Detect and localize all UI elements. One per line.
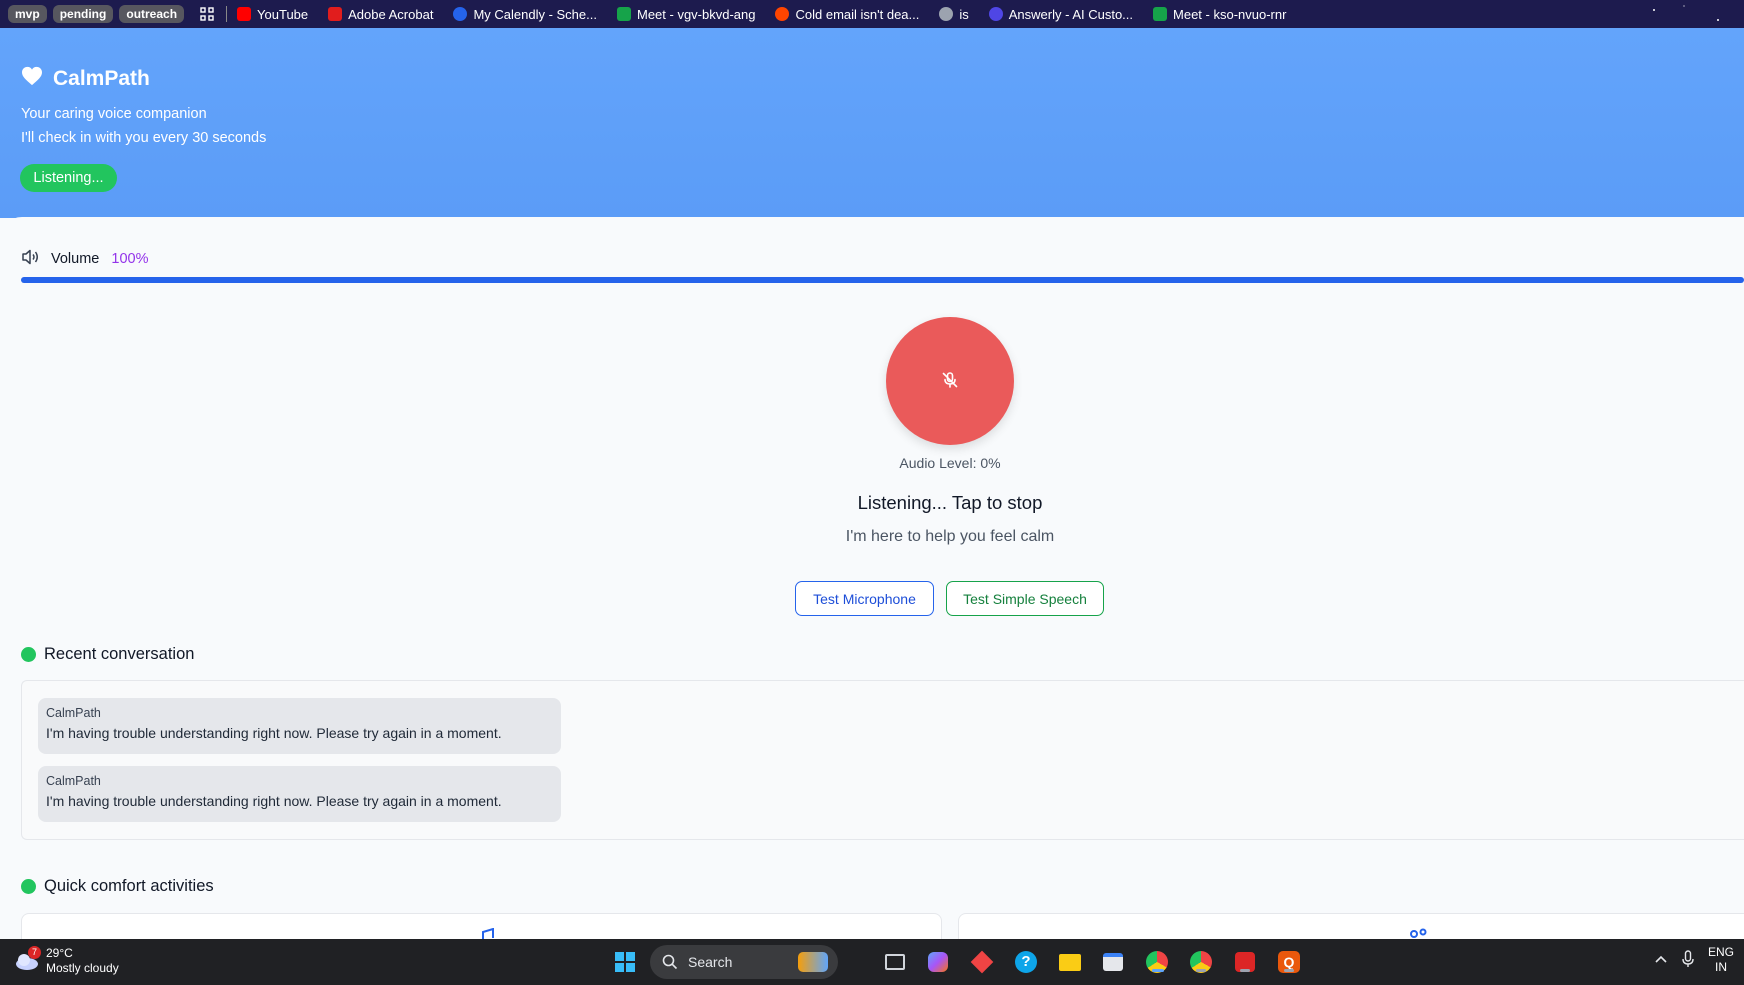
listening-status-value: Listening... Tap to stop <box>857 492 1043 513</box>
volume-slider[interactable] <box>21 277 1744 283</box>
bookmark-meet-2[interactable]: Meet - kso-nvuo-rnr <box>1153 7 1286 22</box>
volume-slider-fill <box>21 277 1744 283</box>
recent-conversation-title: Recent conversation <box>44 645 195 663</box>
audio-level-value: Audio Level: 0% <box>899 455 1001 471</box>
speaker-icon <box>21 249 41 269</box>
message-bubble: CalmPath I'm having trouble understandin… <box>38 698 561 754</box>
listening-status-badge: Listening... <box>20 164 117 192</box>
bookmark-label: Meet - vgv-bkvd-ang <box>636 6 756 22</box>
help-text: I'm here to help you feel calm <box>0 528 1744 546</box>
acrobat-icon <box>328 7 343 21</box>
copilot-icon[interactable] <box>925 949 951 975</box>
bookmark-adobe-acrobat[interactable]: Adobe Acrobat <box>328 7 433 22</box>
taskbar-search[interactable]: Search <box>650 945 838 979</box>
status-dot <box>21 879 36 894</box>
conversation-panel: CalmPath I'm having trouble understandin… <box>21 680 1744 840</box>
apps-grid-icon[interactable] <box>198 5 216 23</box>
app-diamond-icon[interactable] <box>969 949 995 975</box>
main-panel: Volume 100% Audio Level: 0% Listening...… <box>0 217 1744 953</box>
bookmark-label: is <box>959 6 969 22</box>
adobe-acrobat-icon[interactable] <box>1232 949 1258 975</box>
bookmark-folder-outreach[interactable]: outreach <box>119 5 185 23</box>
chevron-up-icon[interactable] <box>1654 953 1668 967</box>
audio-level-text: Audio Level: 0% <box>0 455 1744 471</box>
message-text: I'm having trouble understanding right n… <box>46 725 502 741</box>
q-app-icon[interactable]: Q <box>1276 949 1302 975</box>
bookmark-label: My Calendly - Sche... <box>473 6 597 22</box>
bookmark-separator <box>226 6 228 22</box>
app-title: CalmPath <box>53 66 150 90</box>
test-simple-speech-button[interactable]: Test Simple Speech <box>946 581 1104 616</box>
message-text: I'm having trouble understanding right n… <box>46 793 502 809</box>
checkin-text: I'll check in with you every 30 seconds <box>21 130 267 146</box>
answerly-icon <box>988 7 1003 21</box>
tagline: Your caring voice companion <box>21 106 207 122</box>
calendly-icon <box>453 7 468 21</box>
bookmark-label: YouTube <box>257 6 309 22</box>
windows-start-icon[interactable] <box>612 949 638 975</box>
region-code: IN <box>1714 960 1727 974</box>
weather-temperature: 29°C <box>46 946 73 960</box>
recent-conversation-header: Recent conversation <box>21 645 194 664</box>
meet-icon <box>1153 7 1168 21</box>
starfield-decoration <box>1653 5 1719 21</box>
globe-icon <box>939 7 954 21</box>
language-indicator[interactable]: ENG IN <box>1708 945 1734 975</box>
quick-activities-title: Quick comfort activities <box>44 877 214 895</box>
test-microphone-button[interactable]: Test Microphone <box>795 581 934 616</box>
bookmark-is[interactable]: is <box>939 6 969 22</box>
message-bubble: CalmPath I'm having trouble understandin… <box>38 766 561 822</box>
search-placeholder: Search <box>688 954 733 970</box>
system-tray: ENG IN <box>1654 945 1734 975</box>
heart-icon <box>21 66 43 91</box>
chrome-profile-icon[interactable] <box>1188 949 1214 975</box>
bookmark-answerly[interactable]: Answerly - AI Custo... <box>988 6 1134 22</box>
weather-alert-badge: 7 <box>28 946 41 959</box>
file-explorer-icon[interactable] <box>1057 949 1083 975</box>
message-sender: CalmPath <box>46 706 101 720</box>
weather-widget[interactable]: 7 29°C Mostly cloudy <box>14 946 119 976</box>
bookmark-youtube[interactable]: YouTube <box>237 7 308 22</box>
chrome-icon[interactable] <box>1144 949 1170 975</box>
youtube-icon <box>237 7 252 21</box>
brand: CalmPath <box>21 66 150 91</box>
microphone-tray-icon[interactable] <box>1682 949 1694 971</box>
microphone-off-icon <box>941 371 959 392</box>
bookmark-label: Cold email isn't dea... <box>795 6 920 22</box>
app-header: CalmPath Your caring voice companion I'l… <box>0 28 1744 218</box>
microphone-toggle-button[interactable] <box>886 317 1014 445</box>
bookmark-meet-1[interactable]: Meet - vgv-bkvd-ang <box>616 6 756 22</box>
app-root: mvp pending outreach YouTube Adobe Acrob… <box>0 0 1744 985</box>
bookmarks-bar: mvp pending outreach YouTube Adobe Acrob… <box>0 0 1744 28</box>
bookmark-label: Meet - kso-nvuo-rnr <box>1173 6 1287 22</box>
bookmark-calendly[interactable]: My Calendly - Sche... <box>453 7 597 22</box>
status-dot <box>21 647 36 662</box>
language-code: ENG <box>1707 945 1734 959</box>
help-text-value: I'm here to help you feel calm <box>845 528 1055 545</box>
volume-value: 100% <box>111 251 149 267</box>
task-view-icon[interactable] <box>882 949 908 975</box>
quick-activities-header: Quick comfort activities <box>21 877 214 896</box>
bookmark-folder-pending[interactable]: pending <box>52 5 114 23</box>
volume-label: Volume <box>51 251 100 267</box>
bookmark-label: Adobe Acrobat <box>348 6 434 22</box>
bookmark-label: Answerly - AI Custo... <box>1008 6 1134 22</box>
listening-status-text: Listening... Tap to stop <box>0 492 1744 514</box>
bookmark-reddit[interactable]: Cold email isn't dea... <box>775 7 919 22</box>
search-highlight-icon <box>798 952 828 972</box>
meet-icon <box>616 7 631 21</box>
search-icon <box>662 954 678 970</box>
message-sender: CalmPath <box>46 774 101 788</box>
bookmark-folder-mvp[interactable]: mvp <box>8 5 47 23</box>
weather-condition: Mostly cloudy <box>46 961 119 975</box>
cloudy-weather-icon: 7 <box>14 946 41 974</box>
weather-text: 29°C Mostly cloudy <box>46 946 119 976</box>
windows-taskbar: 7 29°C Mostly cloudy Search ? Q ENG IN <box>0 939 1744 985</box>
reddit-icon <box>775 7 790 21</box>
microsoft-store-icon[interactable] <box>1100 949 1126 975</box>
volume-row: Volume 100% <box>21 249 148 269</box>
help-icon[interactable]: ? <box>1013 949 1039 975</box>
